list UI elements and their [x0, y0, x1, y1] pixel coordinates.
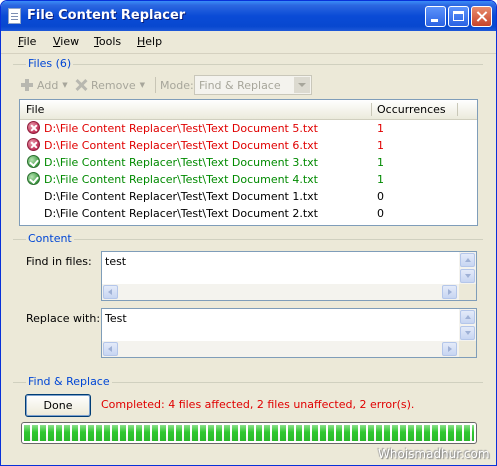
- replace-input[interactable]: Test: [101, 308, 477, 358]
- remove-button[interactable]: Remove ▼: [75, 75, 145, 95]
- find-input-value: test: [105, 255, 127, 268]
- progress-fill: [24, 425, 474, 441]
- mode-select-value: Find & Replace: [199, 79, 281, 92]
- table-row[interactable]: D:\File Content Replacer\Test\Text Docum…: [20, 120, 477, 137]
- scroll-down-icon[interactable]: [460, 326, 475, 340]
- files-group-label: Files (6): [26, 57, 74, 70]
- content-group-label: Content: [26, 232, 74, 245]
- mode-label: Mode:: [160, 75, 194, 95]
- error-icon: [27, 121, 40, 134]
- table-row[interactable]: D:\File Content Replacer\Test\Text Docum…: [20, 137, 477, 154]
- remove-label: Remove: [91, 78, 136, 92]
- check-icon: [27, 155, 40, 168]
- scroll-corner: [459, 284, 476, 300]
- find-vscrollbar[interactable]: [459, 252, 476, 284]
- close-button[interactable]: [471, 6, 492, 27]
- remove-dropdown-icon[interactable]: ▼: [140, 81, 145, 89]
- table-row[interactable]: D:\File Content Replacer\Test\Text Docum…: [20, 171, 477, 188]
- occurrence-count: 1: [377, 156, 384, 169]
- app-window: File Content Replacer File View Tools He…: [0, 0, 497, 466]
- replace-hscrollbar[interactable]: [102, 341, 459, 357]
- file-path: D:\File Content Replacer\Test\Text Docum…: [44, 207, 318, 220]
- occurrence-count: 1: [377, 139, 384, 152]
- add-dropdown-icon[interactable]: ▼: [62, 81, 67, 89]
- document-icon: [8, 8, 21, 24]
- find-hscrollbar[interactable]: [102, 284, 459, 300]
- table-row[interactable]: D:\File Content Replacer\Test\Text Docum…: [20, 154, 477, 171]
- table-row[interactable]: D:\File Content Replacer\Test\Text Docum…: [20, 188, 477, 205]
- file-path: D:\File Content Replacer\Test\Text Docum…: [44, 190, 318, 203]
- occurrence-count: 0: [377, 207, 384, 220]
- files-list[interactable]: File Occurrences D:\File Content Replace…: [19, 99, 478, 226]
- find-label: Find in files:: [26, 255, 92, 268]
- replace-input-value: Test: [105, 312, 127, 325]
- file-path: D:\File Content Replacer\Test\Text Docum…: [44, 139, 318, 152]
- file-path: D:\File Content Replacer\Test\Text Docum…: [44, 173, 318, 186]
- scroll-corner: [459, 341, 476, 357]
- menu-help[interactable]: Help: [137, 35, 162, 48]
- scroll-down-icon[interactable]: [460, 269, 475, 283]
- remove-icon: [75, 79, 87, 91]
- files-group-divider: [13, 64, 483, 65]
- scroll-right-icon[interactable]: [442, 285, 457, 299]
- add-label: Add: [37, 78, 59, 92]
- scroll-left-icon[interactable]: [103, 285, 118, 299]
- progress-bar: [21, 422, 477, 444]
- scroll-left-icon[interactable]: [103, 342, 118, 356]
- content-group-divider: [13, 239, 483, 240]
- error-icon: [27, 138, 40, 151]
- files-list-header: File Occurrences: [20, 100, 477, 120]
- column-divider[interactable]: [457, 103, 458, 116]
- occurrence-count: 1: [377, 122, 384, 135]
- replace-vscrollbar[interactable]: [459, 309, 476, 341]
- scroll-up-icon[interactable]: [460, 310, 475, 324]
- menu-tools[interactable]: Tools: [94, 35, 121, 48]
- action-group-label: Find & Replace: [26, 375, 112, 388]
- minimize-button[interactable]: [425, 6, 446, 27]
- done-button[interactable]: Done: [25, 394, 91, 417]
- title-bar[interactable]: File Content Replacer: [1, 1, 496, 31]
- table-row[interactable]: D:\File Content Replacer\Test\Text Docum…: [20, 205, 477, 222]
- file-path: D:\File Content Replacer\Test\Text Docum…: [44, 122, 318, 135]
- check-icon: [27, 172, 40, 185]
- occurrence-count: 0: [377, 190, 384, 203]
- toolbar-separator: [155, 77, 156, 93]
- column-header-file[interactable]: File: [26, 103, 44, 116]
- menu-view[interactable]: View: [53, 35, 79, 48]
- file-path: D:\File Content Replacer\Test\Text Docum…: [44, 156, 318, 169]
- menu-bar: File View Tools Help: [1, 31, 496, 54]
- add-icon: [21, 79, 33, 91]
- occurrence-count: 1: [377, 173, 384, 186]
- watermark: Whoismadhur.com: [378, 447, 490, 461]
- add-button[interactable]: Add ▼: [21, 75, 68, 95]
- status-message: Completed: 4 files affected, 2 files una…: [101, 398, 415, 411]
- column-divider[interactable]: [371, 103, 372, 116]
- find-input[interactable]: test: [101, 251, 477, 301]
- chevron-down-icon[interactable]: [294, 77, 310, 93]
- files-toolbar: Add ▼ Remove ▼ Mode: Find & Replace: [19, 75, 319, 97]
- replace-label: Replace with:: [26, 312, 101, 325]
- mode-select[interactable]: Find & Replace: [194, 75, 312, 95]
- column-header-occurrences[interactable]: Occurrences: [377, 103, 446, 116]
- menu-file[interactable]: File: [18, 35, 36, 48]
- scroll-up-icon[interactable]: [460, 253, 475, 267]
- window-title: File Content Replacer: [27, 8, 186, 23]
- scroll-right-icon[interactable]: [442, 342, 457, 356]
- mode-label-text: Mode:: [160, 78, 194, 92]
- maximize-button[interactable]: [448, 6, 469, 27]
